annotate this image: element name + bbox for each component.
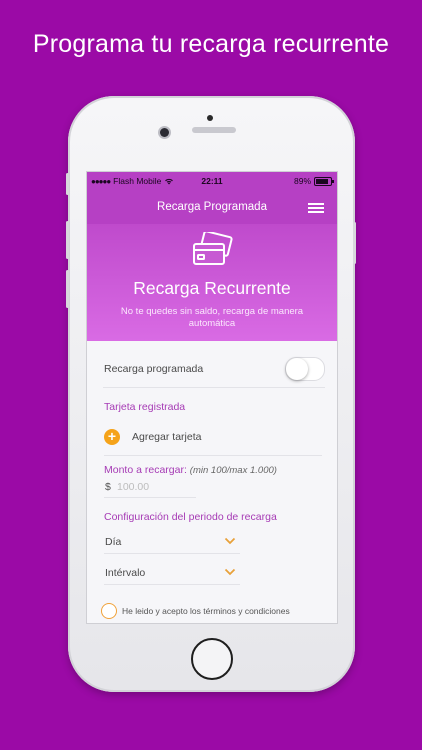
chevron-down-icon	[224, 537, 236, 545]
terms-row[interactable]: He leido y acepto los términos y condici…	[101, 603, 333, 621]
hero-subtitle: No te quedes sin saldo, recarga de maner…	[120, 306, 304, 329]
phone-volume-up	[66, 221, 69, 259]
amount-field-row: $	[104, 479, 196, 498]
terms-radio[interactable]	[101, 603, 117, 619]
status-bar: ●●●●● Flash Mobile 22:11 89%	[87, 172, 337, 190]
battery-icon	[314, 176, 334, 186]
chevron-down-icon	[224, 568, 236, 576]
credit-cards-icon	[193, 232, 233, 265]
nav-title: Recarga Programada	[157, 201, 267, 213]
phone-earpiece	[192, 127, 236, 133]
interval-select[interactable]: Intérvalo	[104, 562, 240, 585]
plus-icon: +	[104, 429, 120, 445]
hero-banner: Recarga Recurrente No te quedes sin sald…	[87, 224, 337, 341]
add-card-button[interactable]: + Agregar tarjeta	[104, 429, 322, 456]
period-select-value: Día	[105, 536, 122, 548]
recharge-form: Recarga programada Tarjeta registrada + …	[87, 341, 337, 623]
phone-home-button[interactable]	[191, 638, 233, 680]
phone-proximity-sensor	[207, 115, 213, 121]
phone-power-button	[353, 222, 356, 264]
interval-select-value: Intérvalo	[105, 567, 146, 579]
amount-input[interactable]	[117, 479, 193, 495]
period-select[interactable]: Día	[104, 531, 240, 554]
amount-label-text: Monto a recargar:	[104, 464, 187, 476]
add-card-label: Agregar tarjeta	[132, 431, 202, 443]
terms-label: He leido y acepto los términos y condici…	[122, 606, 290, 616]
app-screen: ●●●●● Flash Mobile 22:11 89% Recarga Pro…	[86, 171, 338, 624]
toggle-knob	[286, 358, 308, 380]
hero-title: Recarga Recurrente	[133, 278, 291, 298]
scheduled-recharge-row: Recarga programada	[103, 357, 325, 388]
phone-volume-down	[66, 270, 69, 308]
period-config-label: Configuración del periodo de recarga	[104, 511, 277, 523]
phone-front-camera	[160, 128, 169, 137]
amount-hint: (min 100/max 1.000)	[189, 465, 277, 476]
nav-bar: Recarga Programada	[87, 190, 337, 224]
registered-card-label: Tarjeta registrada	[104, 401, 186, 413]
battery-percent: 89%	[293, 176, 311, 186]
currency-symbol: $	[105, 481, 111, 493]
phone-mute-switch	[66, 173, 69, 195]
amount-label: Monto a recargar: (min 100/max 1.000)	[104, 464, 277, 476]
scheduled-recharge-toggle[interactable]	[285, 357, 325, 381]
scheduled-recharge-label: Recarga programada	[104, 363, 204, 375]
promo-headline: Programa tu recarga recurrente	[32, 30, 390, 58]
hamburger-menu-icon[interactable]	[308, 203, 324, 213]
